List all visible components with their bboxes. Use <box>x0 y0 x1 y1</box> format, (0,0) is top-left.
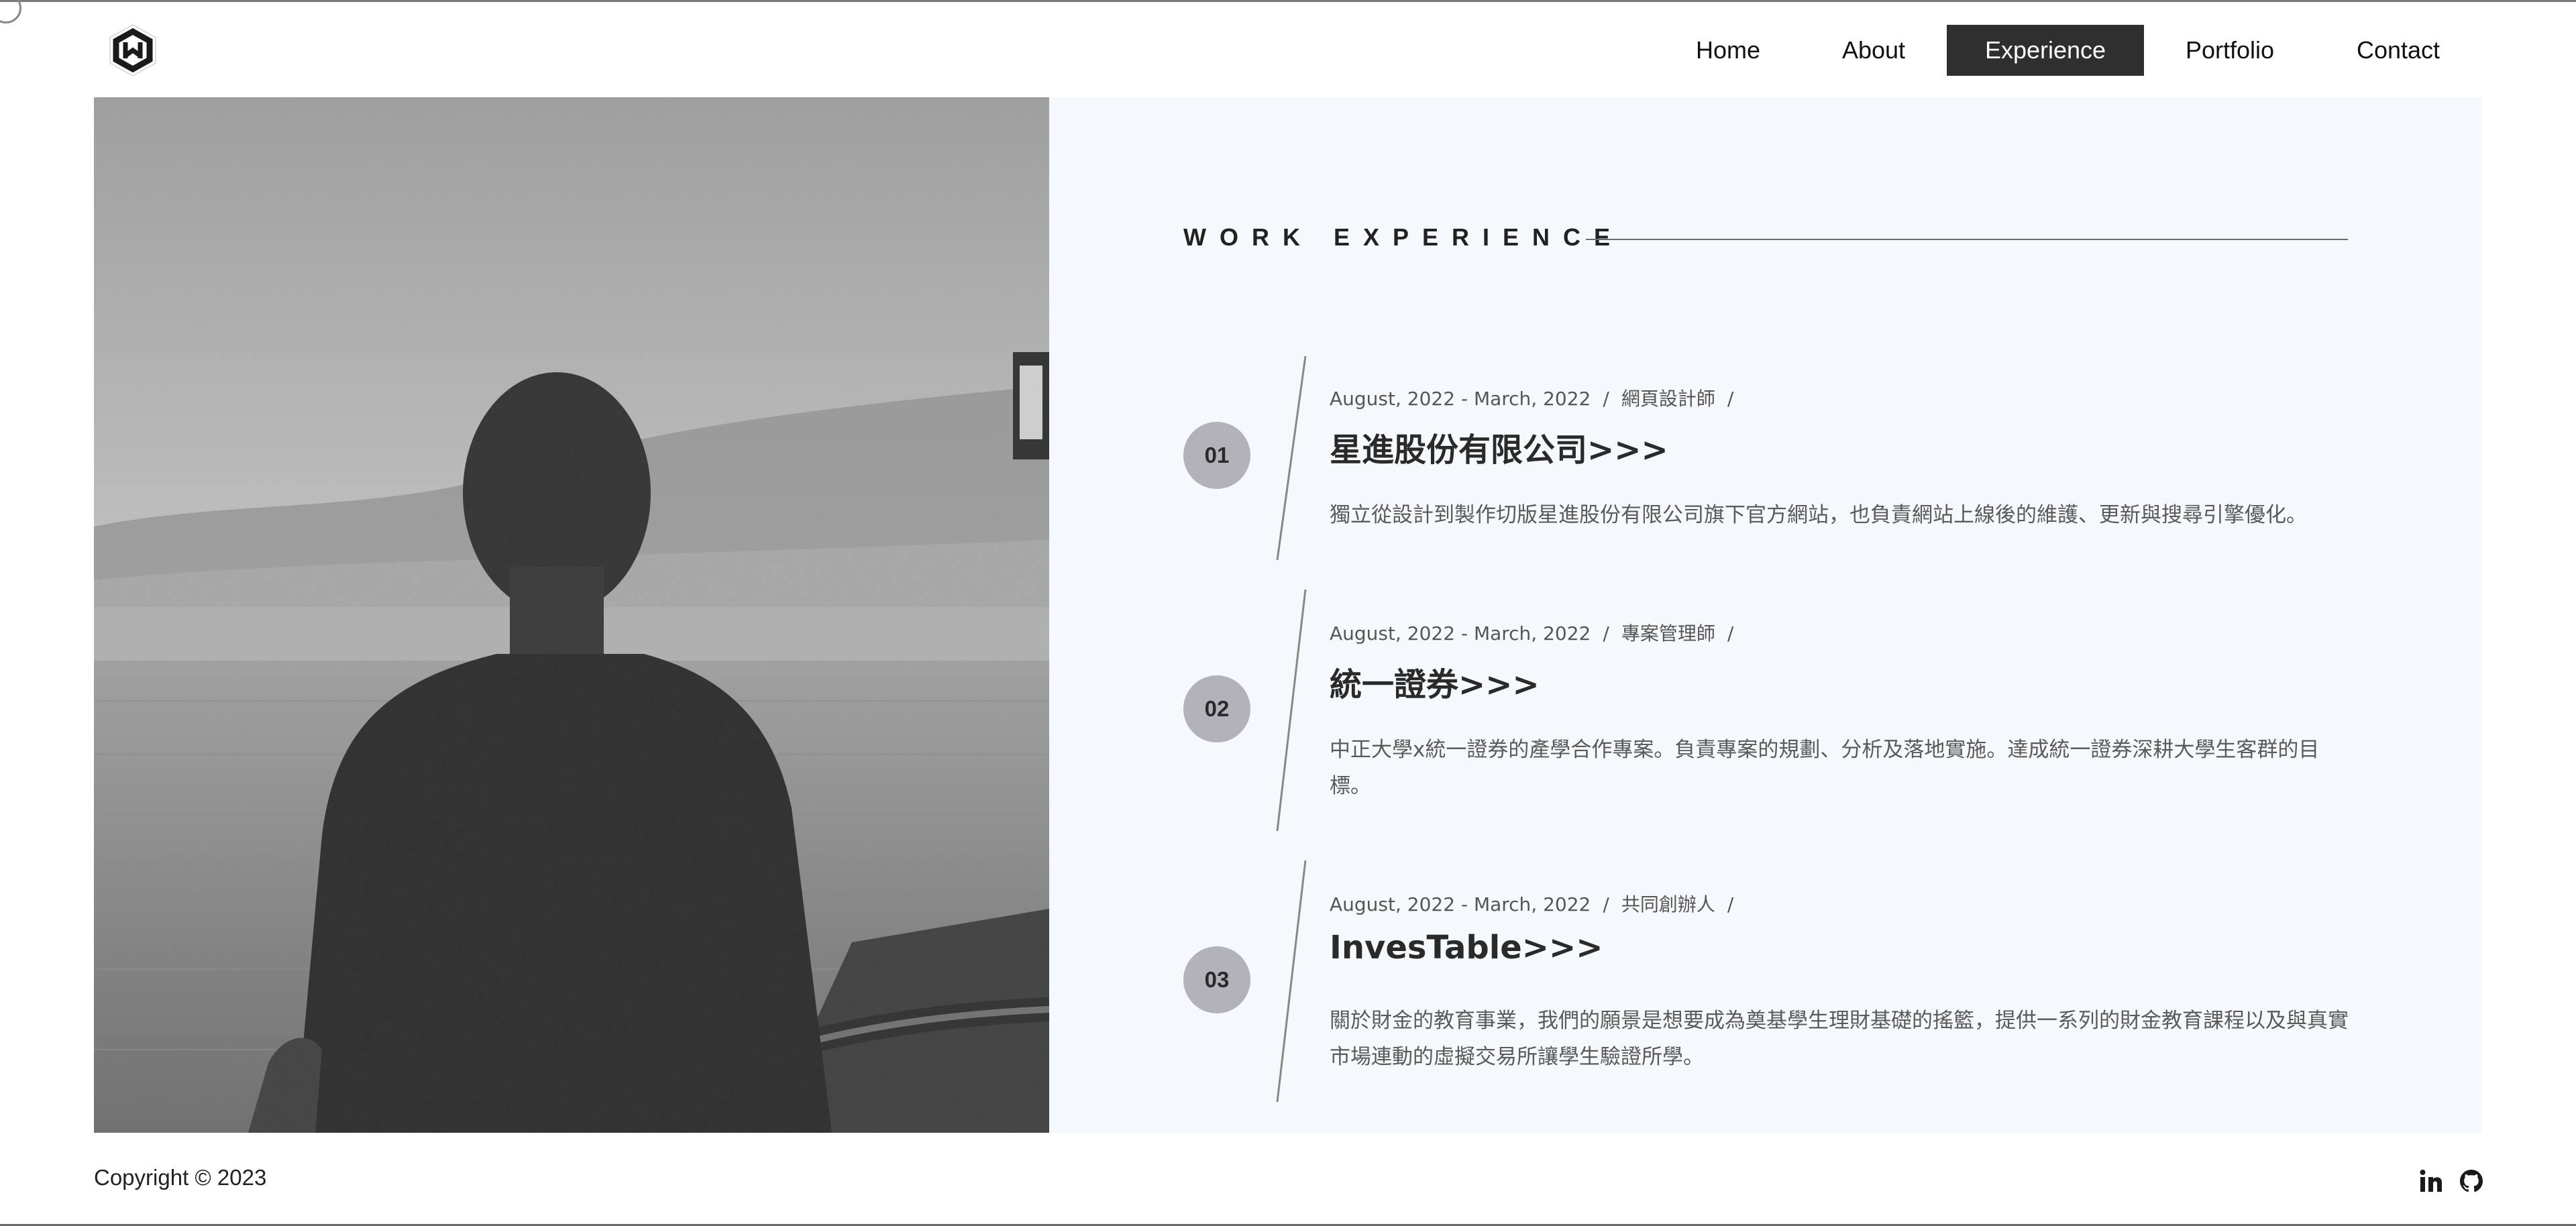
linkedin-icon[interactable] <box>2418 1168 2445 1194</box>
nav-experience[interactable]: Experience <box>1947 25 2144 76</box>
experience-dates: August, 2022 - March, 2022 <box>1330 388 1591 410</box>
experience-role: 網頁設計師 <box>1621 388 1715 410</box>
experience-description: 獨立從設計到製作切版星進股份有限公司旗下官方網站，也負責網站上線後的維護、更新與… <box>1330 503 2307 527</box>
nav-about[interactable]: About <box>1819 25 1928 76</box>
logo-icon <box>109 23 156 77</box>
profile-photo <box>94 97 1049 1133</box>
nav-portfolio[interactable]: Portfolio <box>2159 25 2301 76</box>
experience-company-link[interactable]: 統一證券>>> <box>1330 658 1540 705</box>
experience-meta: August, 2022 - March, 2022/共同創辦人 / <box>1330 893 1734 915</box>
github-icon[interactable] <box>2458 1168 2485 1194</box>
experience-dates: August, 2022 - March, 2022 <box>1330 893 1591 915</box>
nav-home[interactable]: Home <box>1637 25 1819 76</box>
experience-number-badge: 02 <box>1183 675 1250 742</box>
corner-mark <box>0 0 21 23</box>
experience-meta: August, 2022 - March, 2022/網頁設計師 / <box>1330 388 1734 410</box>
experience-company-link[interactable]: 星進股份有限公司>>> <box>1330 423 1668 470</box>
nav-contact[interactable]: Contact <box>2328 25 2469 76</box>
timeline-lines <box>1276 355 1307 1103</box>
logo[interactable] <box>107 22 158 78</box>
experience-meta: August, 2022 - March, 2022/專案管理師 / <box>1330 622 1734 645</box>
section-title: WORK EXPERIENCE <box>1183 223 1624 251</box>
experience-number-badge: 01 <box>1183 422 1250 489</box>
experience-dates: August, 2022 - March, 2022 <box>1330 622 1591 645</box>
experience-description: 關於財金的教育事業，我們的願景是想要成為奠基學生理財基礎的搖籃，提供一系列的財金… <box>1330 1009 2349 1069</box>
experience-role: 專案管理師 <box>1621 622 1715 645</box>
experience-company-link[interactable]: InvesTable>>> <box>1330 929 1603 966</box>
title-divider <box>1586 239 2348 240</box>
experience-role: 共同創辦人 <box>1621 893 1715 915</box>
experience-number-badge: 03 <box>1183 946 1250 1013</box>
experience-panel: WORK EXPERIENCE 01 August, 2022 - March,… <box>1049 97 2482 1133</box>
main-nav: Home About Experience Portfolio Contact <box>1637 25 2469 76</box>
copyright-text: Copyright © 2023 <box>94 1165 267 1190</box>
experience-description: 中正大學x統一證券的產學合作專案。負責專案的規劃、分析及落地實施。達成統一證券深… <box>1330 738 2320 798</box>
